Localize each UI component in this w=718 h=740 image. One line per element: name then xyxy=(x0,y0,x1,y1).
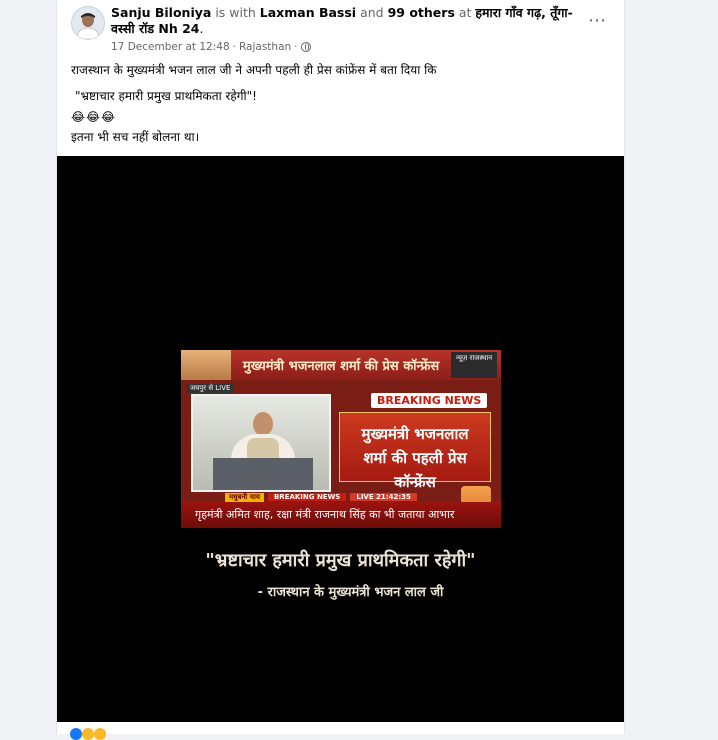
ticker-row: मधुबनी चाय BREAKING NEWS LIVE 21:42:35 xyxy=(225,492,417,502)
tagged-person[interactable]: Laxman Bassi xyxy=(260,5,356,20)
haha-reaction-icon[interactable] xyxy=(82,728,94,740)
news-banner: मुख्यमंत्री भजनलाल शर्मा की प्रेस कॉन्फ्… xyxy=(181,350,501,380)
ticker-label: BREAKING NEWS xyxy=(267,493,347,501)
meta-separator: · xyxy=(232,41,236,53)
haha-reaction-icon[interactable] xyxy=(94,728,106,740)
live-tag: जयपुर से LIVE xyxy=(187,384,234,393)
video-quote: "भ्रष्टाचार हमारी प्रमुख प्राथमिकता रहेग… xyxy=(205,550,476,571)
video-player[interactable]: मुख्यमंत्री भजनलाल शर्मा की प्रेस कॉन्फ्… xyxy=(57,156,624,722)
news-headline: मुख्यमंत्री भजनलाल शर्मा की पहली प्रेस क… xyxy=(339,412,491,491)
post-body: राजस्थान के मुख्यमंत्री भजन लाल जी ने अप… xyxy=(71,62,601,145)
channel-logo: न्यूज़ राजस्थान xyxy=(451,352,497,378)
headline-line: मुख्यमंत्री भजनलाल xyxy=(361,425,469,443)
post-card: Sanju Biloniya is with Laxman Bassi and … xyxy=(56,0,625,734)
post-text-quote: "भ्रष्टाचार हमारी प्रमुख प्राथमिकता रहेग… xyxy=(75,89,257,103)
more-options-button[interactable]: ⋯ xyxy=(583,10,611,34)
public-globe-icon xyxy=(300,42,311,52)
post-text-line: राजस्थान के मुख्यमंत्री भजन लाल जी ने अप… xyxy=(71,63,437,77)
author-avatar[interactable] xyxy=(71,6,105,40)
video-attribution: - राजस्थान के मुख्यमंत्री भजन लाल जी xyxy=(257,585,444,600)
post-place: Rajasthan xyxy=(238,41,292,53)
post-text-line: इतना भी सच नहीं बोलना था। xyxy=(71,130,200,144)
location-end: . xyxy=(199,21,204,36)
post-date[interactable]: 17 December at 12:48 xyxy=(111,41,230,53)
lower-third: गृहमंत्री अमित शाह, रक्षा मंत्री राजनाथ … xyxy=(181,502,501,528)
with-text: is with xyxy=(215,5,256,20)
banner-title: मुख्यमंत्री भजनलाल शर्मा की प्रेस कॉन्फ्… xyxy=(242,359,440,374)
and-text: and xyxy=(360,5,384,20)
others-link[interactable]: 99 others xyxy=(388,5,455,20)
post-meta: 17 December at 12:48 · Rajasthan · xyxy=(111,41,311,53)
palace-image xyxy=(181,350,231,380)
author-name[interactable]: Sanju Biloniya xyxy=(111,5,211,20)
meta-separator: · xyxy=(294,41,298,53)
ticker-sponsor: मधुबनी चाय xyxy=(225,492,264,502)
news-frame: मुख्यमंत्री भजनलाल शर्मा की प्रेस कॉन्फ्… xyxy=(181,350,501,528)
breaking-news-label: BREAKING NEWS xyxy=(371,393,488,408)
ticker-time: LIVE 21:42:35 xyxy=(350,493,417,501)
post-header: Sanju Biloniya is with Laxman Bassi and … xyxy=(111,5,581,37)
laughing-emoji-icon: 😂😂😂 xyxy=(71,110,117,124)
speaker-image xyxy=(191,394,331,492)
like-reaction-icon[interactable] xyxy=(70,728,82,740)
at-text: at xyxy=(458,5,472,20)
